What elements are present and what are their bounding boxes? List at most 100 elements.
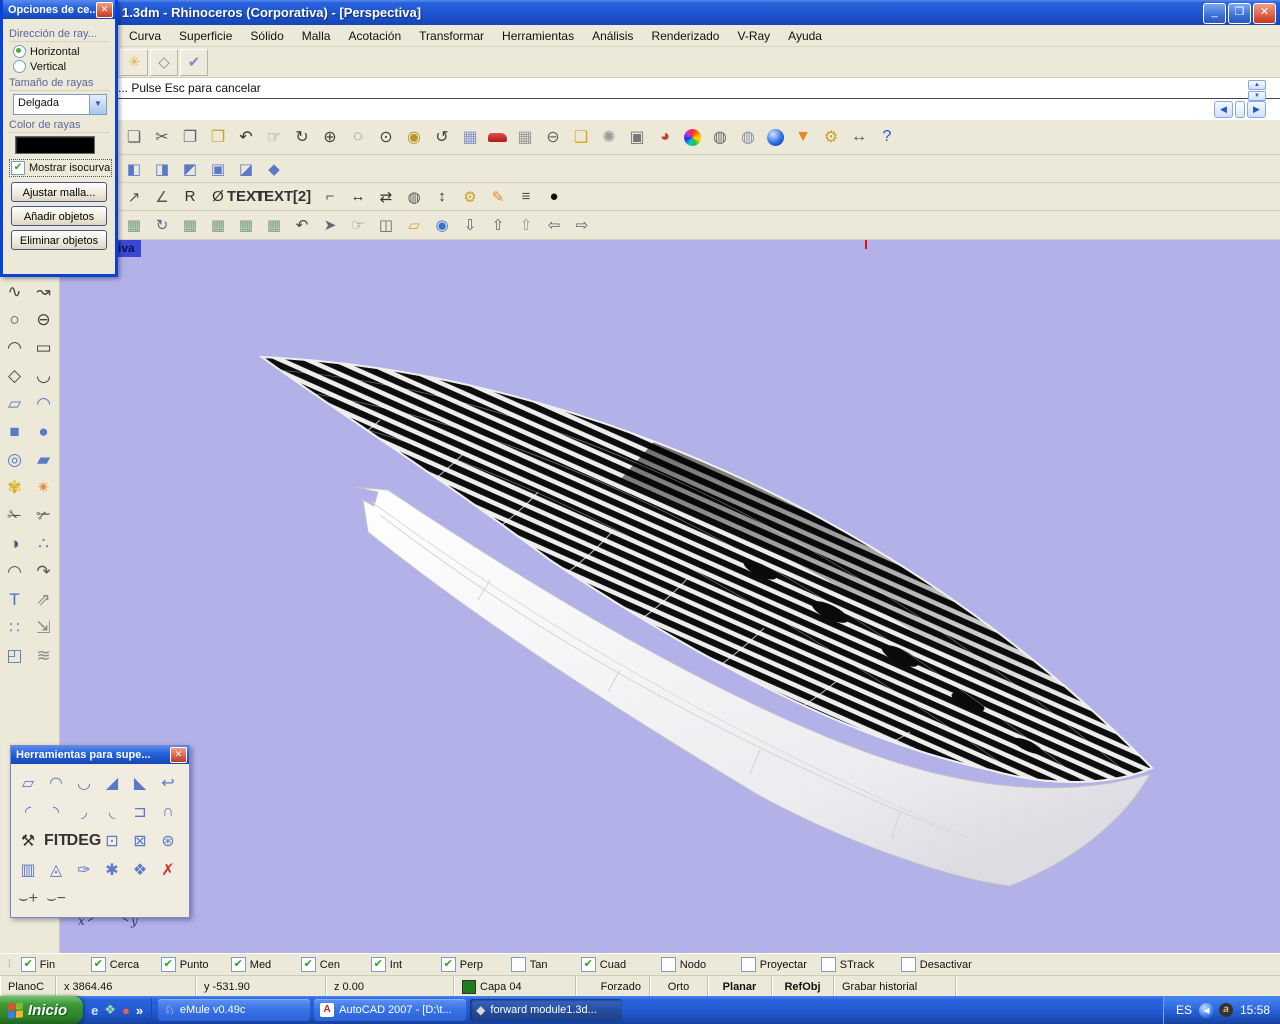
notes-icon[interactable]: ≡ [512,185,540,209]
trim-icon[interactable]: ✁ [0,502,29,530]
extend-curve-icon[interactable]: ↷ [29,558,58,586]
menu-an-lisis[interactable]: Análisis [583,27,642,45]
minimize-button[interactable]: _ [1203,3,1226,24]
gear-flower-icon[interactable]: ✾ [0,474,29,502]
chamfer-surface-icon[interactable]: ◢ [98,768,126,797]
solid-spheres-icon[interactable]: ● [29,418,58,446]
fillet-curves-icon[interactable]: ◠ [0,558,29,586]
rebuild-worker-icon[interactable]: ⚒ [14,826,42,855]
status-capa-04[interactable]: Capa 04 [454,976,576,997]
mesh-pointer-icon[interactable]: ➤ [316,213,344,237]
stripe-size-select[interactable]: Delgada ▼ [13,94,107,115]
solid-box-tool-icon[interactable]: ■ [0,418,29,446]
asterisk-snap-icon[interactable]: ✳ [120,49,148,76]
isocurve-checkbox-row[interactable]: ✔ Mostrar isocurva [10,160,111,176]
launcher-red-icon[interactable]: ● [122,1003,130,1018]
paste-icon[interactable]: ❒ [204,124,232,150]
radio-vertical-icon[interactable] [13,60,26,73]
menu-superficie[interactable]: Superficie [170,27,241,45]
osnap-fin[interactable]: ✔Fin [21,957,91,972]
osnap-proyectar[interactable]: Proyectar [741,957,821,972]
scroll-right-icon[interactable]: ▶ [1247,101,1266,118]
clock[interactable]: 15:58 [1240,1003,1270,1017]
color-wheel-icon[interactable] [684,129,701,146]
osnap-int-checkbox[interactable]: ✔ [371,957,386,972]
command-line[interactable]: ... Pulse Esc para cancelar [0,78,1280,99]
ellipse-icon[interactable]: ⊖ [29,306,58,334]
mesh-points-2-icon[interactable]: ▦ [232,213,260,237]
collapse-chevron-icon[interactable]: ◀ [1199,1003,1214,1018]
osnap-punto[interactable]: ✔Punto [161,957,231,972]
leader-icon[interactable]: ↗ [120,185,148,209]
scroll-thumb[interactable] [1235,101,1245,118]
grid-options-icon[interactable]: ▦ [511,124,539,150]
osnap-strack[interactable]: STrack [821,957,901,972]
curve-handle-icon[interactable]: ◡ [29,362,58,390]
dialog-close-icon[interactable]: ✕ [96,2,113,18]
insert-knot-icon[interactable]: ⌣+ [14,884,42,913]
mesh-points-icon[interactable]: ▦ [204,213,232,237]
light-icon[interactable]: ✺ [595,124,623,150]
isocurve-checkbox[interactable]: ✔ [11,161,25,175]
hatch-surface-icon[interactable]: ≋ [29,642,58,670]
curved-blend-3-icon[interactable]: ◞ [70,797,98,826]
orient-icon[interactable]: ⇲ [29,614,58,642]
scroll-left-icon[interactable]: ◀ [1214,101,1233,118]
named-view-car-icon[interactable] [488,133,507,142]
close-button[interactable]: ✕ [1253,3,1276,24]
osnap-proyectar-checkbox[interactable] [741,957,756,972]
undo-icon[interactable]: ↶ [232,124,260,150]
delete-surface-icon[interactable]: ✗ [154,855,182,884]
osnap-med-checkbox[interactable]: ✔ [231,957,246,972]
status-planoc[interactable]: PlanoC [0,976,56,997]
spin-up-icon[interactable]: ▲ [1248,80,1266,90]
explode-icon[interactable]: ✴ [29,474,58,502]
surface-tools-close-icon[interactable]: ✕ [170,747,187,763]
language-indicator[interactable]: ES [1176,1003,1192,1017]
object-snap-icon[interactable]: ❑ [567,124,595,150]
command-scrollbar[interactable]: ◀ ▶ [1214,101,1266,118]
pan-hand-icon[interactable]: ☞ [260,124,288,150]
zoom-window-icon[interactable]: ◌ [344,124,372,150]
mesh-rotate-icon[interactable]: ↻ [148,213,176,237]
circle-tangent-icon[interactable]: ⊖ [539,124,567,150]
menu-ayuda[interactable]: Ayuda [779,27,831,45]
mesh-open-icon[interactable]: ▱ [400,213,428,237]
menu-transformar[interactable]: Transformar [410,27,493,45]
scale-icon[interactable]: ⇗ [29,586,58,614]
sphere-wireframe-icon[interactable]: ◍ [706,124,734,150]
material-wedge-icon[interactable]: ◕ [651,124,679,150]
split-icon[interactable]: ✃ [29,502,58,530]
osnap-cuad[interactable]: ✔Cuad [581,957,661,972]
triangle-points-icon[interactable]: ◬ [42,855,70,884]
osnap-cen[interactable]: ✔Cen [301,957,371,972]
osnap-strack-checkbox[interactable] [821,957,836,972]
mesh-vertex-icon[interactable]: ▦ [260,213,288,237]
status-grabar-historial[interactable]: Grabar historial [834,976,956,997]
mesh-arrow-left-icon[interactable]: ⇦ [540,213,568,237]
osnap-perp[interactable]: ✔Perp [441,957,511,972]
viewport-layout-icon[interactable]: ▦ [456,124,484,150]
surface-flap-icon[interactable]: ✑ [70,855,98,884]
options-gear-icon[interactable]: ⚙ [817,124,845,150]
text-object-icon[interactable]: T [0,586,29,614]
help-icon[interactable]: ? [873,124,901,150]
torus-icon[interactable]: ◎ [0,446,29,474]
osnap-tan[interactable]: Tan [511,957,581,972]
solid-chamfer-icon[interactable]: ◆ [260,157,288,181]
menu-renderizado[interactable]: Renderizado [642,27,728,45]
mesh-arrow-up-icon[interactable]: ⇧ [484,213,512,237]
osnap-fin-checkbox[interactable]: ✔ [21,957,36,972]
render-preview-sphere-icon[interactable]: ● [540,185,568,209]
osnap-cen-checkbox[interactable]: ✔ [301,957,316,972]
blend-surface-icon[interactable]: ◡ [70,768,98,797]
dimension-tool-icon[interactable]: ↔ [845,124,873,150]
diamond-snap-icon[interactable]: ◇ [150,49,178,76]
solid-fillet-icon[interactable]: ◪ [232,157,260,181]
rectangle-icon[interactable]: ▭ [29,334,58,362]
new-file-icon[interactable]: ❏ [120,124,148,150]
osnap-tan-checkbox[interactable] [511,957,526,972]
curved-blend-4-icon[interactable]: ◟ [98,797,126,826]
overflow-chevron-icon[interactable]: » [136,1003,143,1018]
unroll-surface-icon[interactable]: ⊐ [126,797,154,826]
